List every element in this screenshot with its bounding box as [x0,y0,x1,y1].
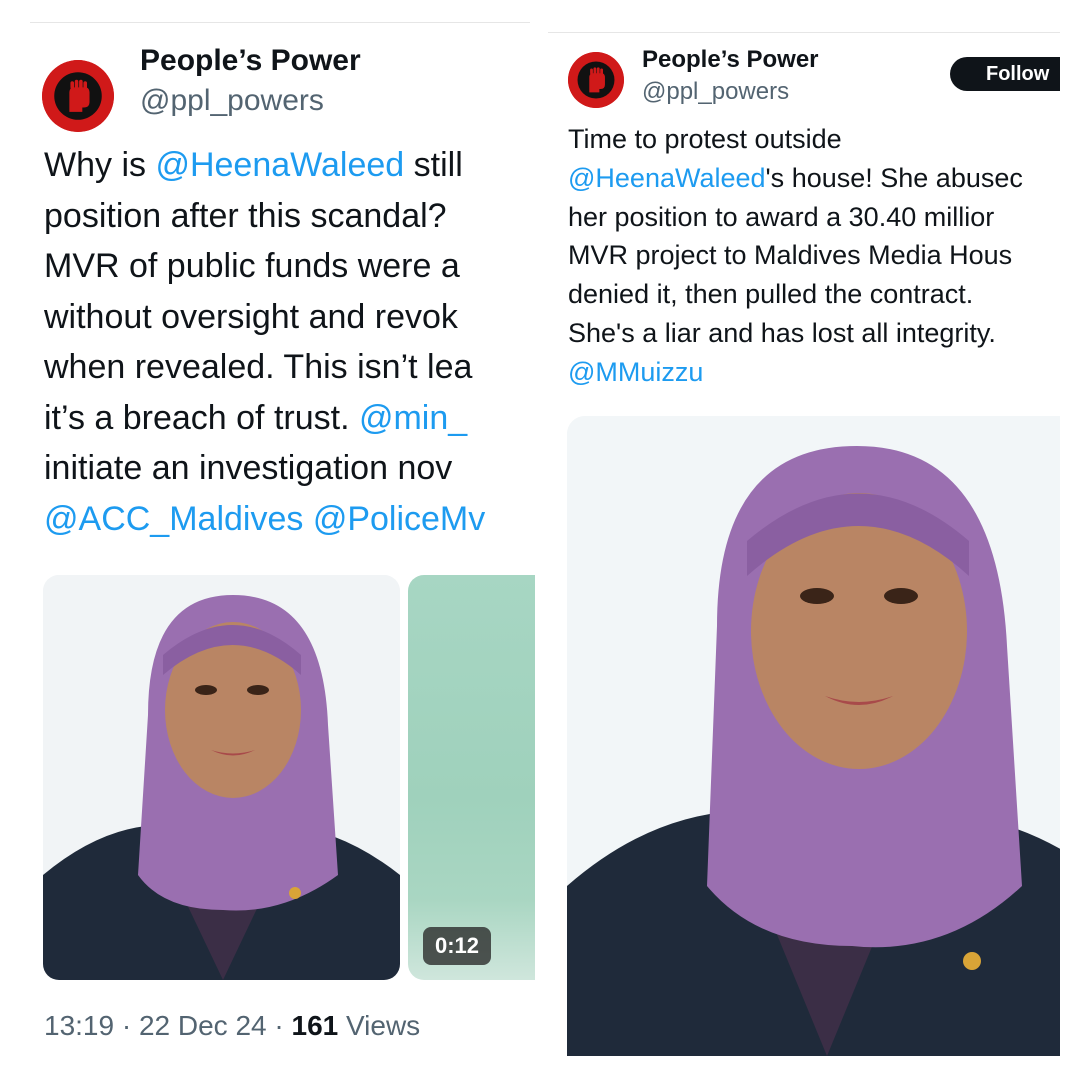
tweet-text-line: position after this scandal? [44,191,535,242]
tweet-left: People’s Power @ppl_powers Why is @Heena… [0,0,535,1080]
tweet-text: Time to protest outside @HeenaWaleed's ho… [568,120,1060,392]
author-handle[interactable]: @ppl_powers [140,84,324,118]
tweet-meta: 13:19 · 22 Dec 24 · 161 Views [44,1010,421,1041]
video-thumbnail[interactable] [408,575,535,980]
views-label: Views [346,1010,421,1041]
tweet-text-segment: still [404,146,463,184]
tweet-text-segment: Why is [44,146,156,184]
tweet-text-line: denied it, then pulled the contract. [568,275,1060,314]
tweet-text-line: MVR of public funds were a [44,241,535,292]
tweet-text-line: initiate an investigation nov [44,443,535,494]
tweet-text-line: her position to award a 30.40 millior [568,198,1060,237]
tweet-text-segment: it’s a breach of trust. [44,398,359,437]
portrait-image [43,575,400,980]
author-name[interactable]: People’s Power [642,46,819,74]
tweet-photo[interactable] [567,416,1060,1056]
avatar[interactable] [568,52,624,108]
tweet-photo[interactable] [43,575,400,980]
tweet-text-segment: 's house! She abusec [765,162,1023,193]
tweet-text-segment: without oversight and revok [44,297,458,336]
portrait-image [567,416,1060,1056]
author-name[interactable]: People’s Power [140,44,361,78]
tweet-text-segment: MVR project to Maldives Media Hous [568,240,1013,271]
raised-fist-logo-icon [42,60,114,132]
avatar[interactable] [42,60,114,132]
tweet-text-segment: denied it, then pulled the contract. [568,279,974,310]
tweet-text-segment: her position to award a 30.40 millior [568,201,995,232]
tweet-text-line: when revealed. This isn’t lea [44,342,535,393]
tweet-time[interactable]: 13:19 [44,1010,114,1041]
tweet-text-line: @ACC_Maldives @PoliceMv [44,494,535,545]
mention-link[interactable]: @MMuizzu [568,357,703,387]
mention-link[interactable]: @min_ [359,399,467,437]
tweet-text-segment: when revealed. This isn’t lea [44,348,473,386]
tweet-text-segment: MVR of public funds were a [44,247,460,285]
tweet-text-line: MVR project to Maldives Media Hous [568,236,1060,275]
tweet-text-segment: She's a liar and has lost all integrity. [568,317,996,348]
tweet-text-line: She's a liar and has lost all integrity. [568,314,1060,353]
tweet-text-line: without oversight and revok [44,292,535,343]
views-count: 161 [291,1010,339,1041]
raised-fist-logo-icon [568,52,624,108]
tweet-text-segment: position after this scandal? [44,196,447,235]
follow-button[interactable]: Follow [950,57,1060,91]
tweet-right: People’s Power @ppl_powers Follow Time t… [548,0,1060,1080]
tweet-text-segment: initiate an investigation nov [44,449,453,487]
tweet-text-line: @MMuizzu [568,353,1060,392]
mention-link[interactable]: @ACC_Maldives @PoliceMv [44,500,485,538]
tweet-date[interactable]: 22 Dec 24 [139,1010,267,1041]
video-duration-badge: 0:12 [423,927,491,965]
tweet-text-line: it’s a breach of trust. @min_ [44,393,535,444]
tweet-text-segment: Time to protest outside [568,124,842,154]
author-handle[interactable]: @ppl_powers [642,78,789,106]
tweet-text-line: Time to protest outside [568,120,1060,159]
tweet-text-line: @HeenaWaleed's house! She abusec [568,159,1060,198]
mention-link[interactable]: @HeenaWaleed [568,163,766,193]
mention-link[interactable]: @HeenaWaleed [155,146,404,184]
tweet-text: Why is @HeenaWaleed still position after … [44,140,535,544]
tweet-text-line: Why is @HeenaWaleed still [44,140,535,191]
